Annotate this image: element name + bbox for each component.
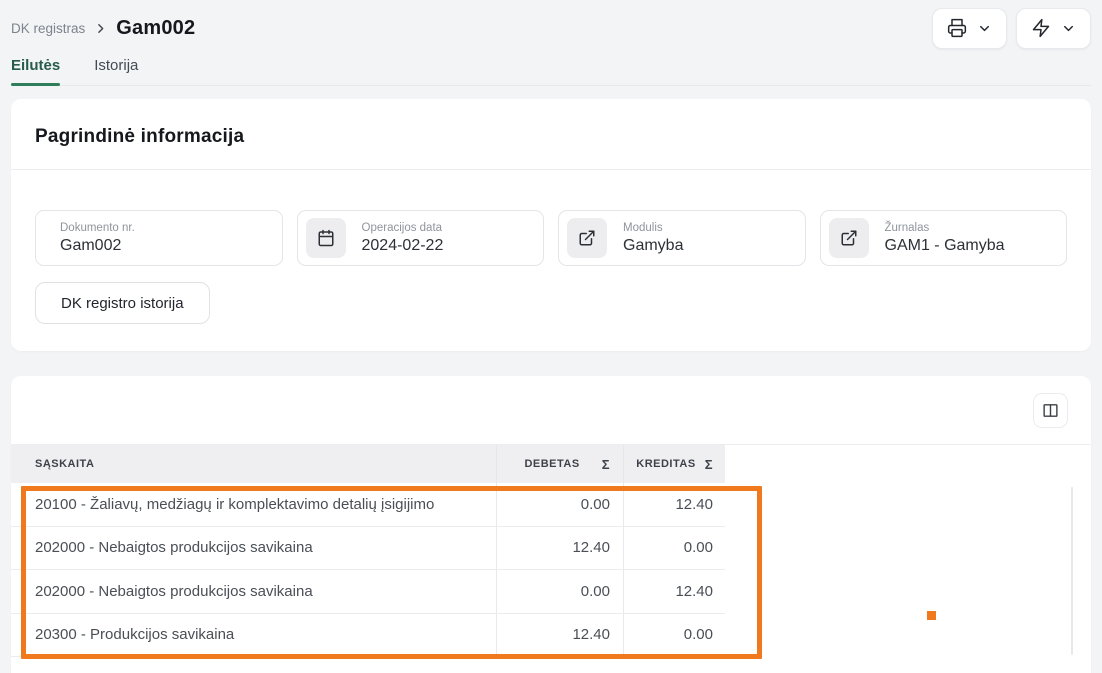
column-header-label: KREDITAS bbox=[636, 458, 695, 470]
page: DK registras Gam002 Eilutės Istorija Pag… bbox=[0, 0, 1102, 673]
table-cell-debit: 0.00 bbox=[497, 570, 624, 613]
column-header-debit[interactable]: DEBETAS Σ bbox=[497, 445, 624, 483]
column-header-label: DEBETAS bbox=[524, 458, 579, 470]
info-fields: Dokumento nr. Gam002 Operacijos data 202… bbox=[11, 170, 1091, 266]
table-cell-debit: 0.00 bbox=[497, 483, 624, 526]
section-title: Pagrindinė informacija bbox=[11, 99, 1091, 169]
document-number-field[interactable]: Dokumento nr. Gam002 bbox=[35, 210, 283, 266]
table-toolbar bbox=[11, 376, 1091, 444]
printer-icon bbox=[947, 18, 967, 38]
field-value: Gam002 bbox=[60, 237, 135, 255]
lines-table-card: SĄSKAITA DEBETAS Σ KREDITAS Σ 20100 - Ža… bbox=[11, 376, 1091, 673]
table-row[interactable]: 20100 - Žaliavų, medžiagų ir komplektavi… bbox=[11, 483, 725, 527]
journal-field[interactable]: Žurnalas GAM1 - Gamyba bbox=[820, 210, 1068, 266]
calendar-icon bbox=[306, 218, 346, 258]
table-cell-debit: 12.40 bbox=[497, 614, 624, 657]
field-value: GAM1 - Gamyba bbox=[885, 237, 1005, 255]
table-body: 20100 - Žaliavų, medžiagų ir komplektavi… bbox=[11, 483, 1091, 657]
tab-eilutes[interactable]: Eilutės bbox=[11, 48, 60, 85]
debit-sum-icon[interactable]: Σ bbox=[602, 457, 610, 472]
breadcrumb-parent-link[interactable]: DK registras bbox=[11, 21, 85, 36]
field-value: Gamyba bbox=[623, 237, 683, 255]
print-menu-button[interactable] bbox=[932, 8, 1007, 49]
field-label: Operacijos data bbox=[362, 222, 444, 234]
field-value: 2024-02-22 bbox=[362, 237, 444, 255]
table-cell-credit: 12.40 bbox=[624, 570, 725, 613]
external-link-icon[interactable] bbox=[567, 218, 607, 258]
dk-register-history-button[interactable]: DK registro istorija bbox=[35, 282, 210, 324]
top-actions bbox=[932, 8, 1091, 49]
top-bar: DK registras Gam002 bbox=[11, 0, 1091, 48]
operation-date-field[interactable]: Operacijos data 2024-02-22 bbox=[297, 210, 545, 266]
quick-actions-menu-button[interactable] bbox=[1016, 8, 1091, 49]
field-label: Modulis bbox=[623, 222, 683, 234]
main-info-card: Pagrindinė informacija Dokumento nr. Gam… bbox=[11, 99, 1091, 351]
table-row[interactable]: 20300 - Produkcijos savikaina 12.40 0.00 bbox=[11, 614, 725, 658]
credit-sum-icon[interactable]: Σ bbox=[705, 457, 713, 472]
external-link-icon[interactable] bbox=[829, 218, 869, 258]
table-scrollbar[interactable] bbox=[1071, 487, 1073, 655]
module-field[interactable]: Modulis Gamyba bbox=[558, 210, 806, 266]
annotation-dot bbox=[927, 611, 936, 620]
table-cell-account: 20100 - Žaliavų, medžiagų ir komplektavi… bbox=[11, 483, 497, 526]
table-row[interactable]: 202000 - Nebaigtos produkcijos savikaina… bbox=[11, 570, 725, 614]
table-cell-credit: 0.00 bbox=[624, 614, 725, 657]
lines-table: SĄSKAITA DEBETAS Σ KREDITAS Σ 20100 - Ža… bbox=[11, 444, 1091, 657]
tab-istorija[interactable]: Istorija bbox=[94, 48, 138, 85]
field-label: Žurnalas bbox=[885, 222, 1005, 234]
chevron-right-icon bbox=[94, 22, 107, 35]
field-label: Dokumento nr. bbox=[60, 222, 135, 234]
table-row[interactable]: 202000 - Nebaigtos produkcijos savikaina… bbox=[11, 527, 725, 571]
table-header-row: SĄSKAITA DEBETAS Σ KREDITAS Σ bbox=[11, 445, 725, 483]
tab-bar: Eilutės Istorija bbox=[11, 48, 1091, 86]
chevron-down-icon bbox=[1061, 21, 1076, 36]
table-cell-credit: 12.40 bbox=[624, 483, 725, 526]
table-cell-account: 202000 - Nebaigtos produkcijos savikaina bbox=[11, 570, 497, 613]
table-cell-debit: 12.40 bbox=[497, 527, 624, 570]
table-cell-account: 20300 - Produkcijos savikaina bbox=[11, 614, 497, 657]
chevron-down-icon bbox=[977, 21, 992, 36]
page-title: Gam002 bbox=[116, 17, 195, 40]
breadcrumb: DK registras Gam002 bbox=[11, 17, 195, 40]
table-columns-toggle-button[interactable] bbox=[1033, 393, 1068, 428]
lightning-icon bbox=[1031, 18, 1051, 38]
table-cell-credit: 0.00 bbox=[624, 527, 725, 570]
column-header-account[interactable]: SĄSKAITA bbox=[11, 445, 497, 483]
table-cell-account: 202000 - Nebaigtos produkcijos savikaina bbox=[11, 527, 497, 570]
column-header-credit[interactable]: KREDITAS Σ bbox=[624, 445, 725, 483]
table-columns-icon bbox=[1042, 402, 1059, 419]
